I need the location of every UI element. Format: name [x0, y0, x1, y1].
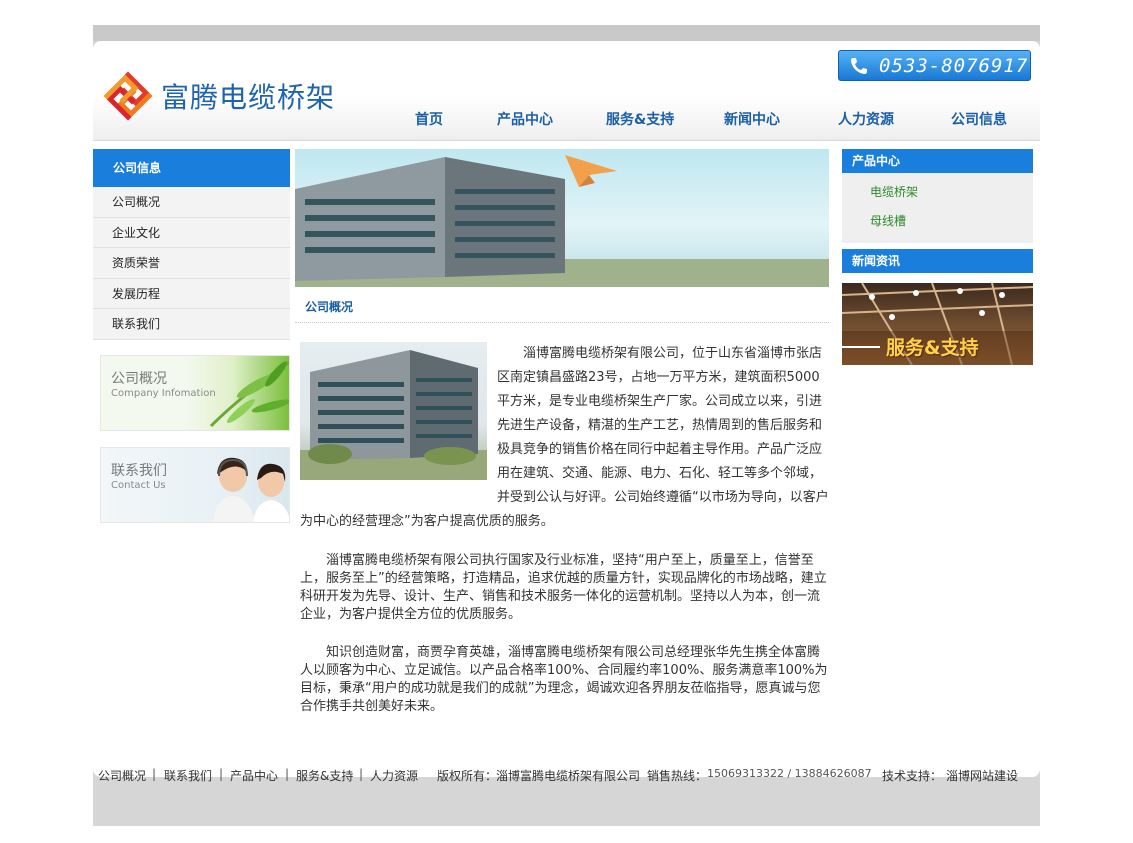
logo-mark-icon — [103, 71, 153, 121]
footer-copyright-value: 淄博富腾电缆桥架有限公司 — [496, 769, 641, 783]
products-title: 产品中心 — [842, 149, 1033, 173]
sidebar-item-overview[interactable]: 公司概况 — [93, 187, 290, 218]
footer-link-contact[interactable]: 联系我们 — [164, 767, 212, 784]
sidebar-title: 公司信息 — [93, 149, 290, 187]
sidebar-item-honors[interactable]: 资质荣誉 — [93, 248, 290, 279]
news-title: 新闻资讯 — [842, 249, 1033, 273]
phone-icon — [851, 57, 867, 74]
promo-contact-title: 联系我们 — [111, 463, 167, 479]
footer-copyright-label: 版权所有： — [437, 769, 498, 783]
products-list: 电缆桥架 母线槽 — [842, 173, 1033, 243]
top-bar — [93, 25, 1040, 41]
nav-item-news[interactable]: 新闻中心 — [724, 109, 780, 129]
footer-hotline-label: 销售热线： — [647, 769, 708, 783]
promo-company-info[interactable]: 公司概况 Company Infomation — [100, 355, 290, 431]
sidebar-item-culture[interactable]: 企业文化 — [93, 217, 290, 248]
logo[interactable]: 富腾电缆桥架 — [103, 71, 363, 121]
nav-item-home[interactable]: 首页 — [415, 109, 443, 129]
product-item-busway[interactable]: 母线槽 — [842, 208, 1033, 237]
footer-link-overview[interactable]: 公司概况 — [98, 767, 146, 784]
header: 富腾电缆桥架 0533-8076917 首页 产品中心 服务&支持 新闻中心 人… — [93, 41, 1040, 141]
service-support-banner[interactable]: 服务&支持 — [842, 283, 1033, 365]
right-sidebar: 产品中心 电缆桥架 母线槽 新闻资讯 服务&支持 — [842, 149, 1033, 365]
page-container: 富腾电缆桥架 0533-8076917 首页 产品中心 服务&支持 新闻中心 人… — [93, 41, 1040, 777]
phone-badge: 0533-8076917 — [838, 50, 1031, 81]
nav-item-company[interactable]: 公司信息 — [951, 109, 1007, 129]
footer-separator: | — [152, 767, 157, 781]
promo-company-subtitle: Company Infomation — [111, 388, 216, 399]
promo-company-title: 公司概况 — [111, 371, 167, 387]
content-body: 淄博富腾电缆桥架有限公司，位于山东省淄博市张店区南定镇昌盛路23号，占地一万平方… — [300, 342, 830, 716]
main-nav: 首页 产品中心 服务&支持 新闻中心 人力资源 公司信息 — [393, 109, 1033, 131]
promo-contact-subtitle: Contact Us — [111, 480, 166, 491]
factory-building-image — [295, 155, 829, 287]
content-paragraph-3: 知识创造财富，商贾孕育英雄，淄博富腾电缆桥架有限公司总经理张华先生携全体富腾人以… — [300, 645, 828, 714]
footer-hotline-value: 15069313322 / 13884626087 — [707, 767, 872, 780]
service-banner-text: 服务&支持 — [886, 337, 979, 359]
content-paragraph-2: 淄博富腾电缆桥架有限公司执行国家及行业标准，坚持“用户至上，质量至上，信誉至上，… — [300, 553, 827, 622]
sidebar-item-contact[interactable]: 联系我们 — [93, 309, 290, 340]
footer-link-products[interactable]: 产品中心 — [230, 767, 278, 784]
promo-contact-us[interactable]: 联系我们 Contact Us — [100, 447, 290, 523]
footer: 公司概况 | 联系我们 | 产品中心 | 服务&支持 | 人力资源 版权所有： … — [0, 767, 1133, 789]
footer-support-label: 技术支持： — [882, 769, 943, 783]
footer-link-hr[interactable]: 人力资源 — [370, 767, 418, 784]
support-agent-icon — [213, 457, 289, 522]
footer-separator: | — [359, 767, 364, 781]
logo-text: 富腾电缆桥架 — [161, 81, 336, 114]
page-frame: 富腾电缆桥架 0533-8076917 首页 产品中心 服务&支持 新闻中心 人… — [93, 25, 1040, 826]
nav-item-service[interactable]: 服务&支持 — [606, 109, 674, 129]
main-banner — [295, 149, 829, 287]
footer-separator: | — [285, 767, 290, 781]
nav-item-products[interactable]: 产品中心 — [497, 109, 553, 129]
sidebar-item-history[interactable]: 发展历程 — [93, 278, 290, 309]
section-title: 公司概况 — [305, 300, 354, 314]
nav-item-hr[interactable]: 人力资源 — [838, 109, 894, 129]
phone-number: 0533-8076917 — [879, 54, 1029, 77]
section-divider — [295, 322, 829, 323]
left-sidebar: 公司信息 公司概况 企业文化 资质荣誉 发展历程 联系我们 公司概况 Compa… — [93, 149, 290, 523]
footer-support-link[interactable]: 淄博网站建设 — [946, 767, 1018, 784]
product-item-cable-tray[interactable]: 电缆桥架 — [842, 179, 1033, 208]
footer-separator: | — [219, 767, 224, 781]
footer-link-service[interactable]: 服务&支持 — [296, 767, 353, 784]
